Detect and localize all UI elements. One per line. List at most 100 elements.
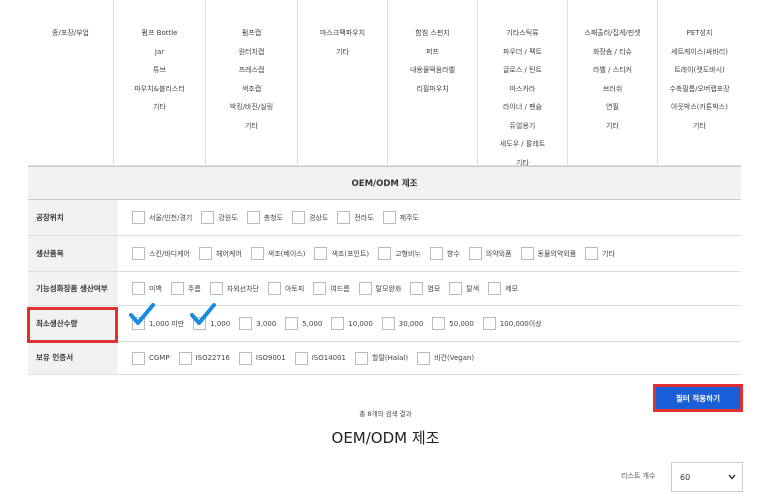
filter-option[interactable]: 할랄(Halal) (355, 351, 408, 365)
checkbox[interactable] (238, 351, 252, 365)
category-link[interactable]: 글로스 / 틴트 (478, 61, 567, 80)
category-link[interactable]: 듀얼용기 (478, 117, 567, 136)
filter-option[interactable]: 탈색 (449, 282, 479, 295)
checkbox[interactable] (417, 351, 431, 365)
category-link[interactable]: 함침 스펀지 (388, 24, 477, 43)
category-link[interactable]: 파우치&블리스터 (114, 80, 205, 99)
filter-option[interactable]: 강원도 (201, 211, 238, 224)
filter-option[interactable]: 50,000 (432, 317, 474, 330)
filter-option[interactable]: 3,000 (239, 317, 276, 330)
checkbox[interactable] (132, 282, 145, 295)
category-link[interactable]: 튜브 (114, 61, 205, 80)
filter-option[interactable]: 주름 (170, 282, 201, 295)
checkbox[interactable] (468, 247, 482, 260)
checkbox[interactable] (432, 317, 446, 330)
filter-option[interactable]: 염모 (410, 282, 440, 295)
checkbox[interactable] (178, 351, 192, 365)
filter-option[interactable]: 기타 (585, 247, 615, 260)
filter-option[interactable]: ISO22716 (178, 351, 230, 365)
category-link[interactable]: 파우더 / 팩트 (478, 43, 567, 62)
checkbox[interactable] (132, 211, 145, 224)
checkbox[interactable] (250, 247, 264, 260)
filter-option[interactable]: 5,000 (285, 317, 322, 330)
checkbox[interactable] (358, 282, 372, 295)
filter-option[interactable]: 향수 (429, 247, 460, 260)
filter-option[interactable]: 서울/인천/경기 (132, 211, 192, 224)
checkbox[interactable] (294, 351, 308, 365)
filter-option[interactable]: 제주도 (382, 211, 419, 224)
filter-option[interactable]: ISO9001 (238, 351, 286, 365)
filter-option[interactable]: 의약외품 (468, 247, 512, 260)
category-link[interactable]: 아웃박스(카톤박스) (658, 98, 741, 117)
checkbox[interactable] (429, 247, 443, 260)
filter-option[interactable]: 30,000 (381, 317, 423, 330)
checkbox[interactable] (585, 247, 599, 260)
category-link[interactable]: 기타 (568, 117, 657, 136)
filter-option[interactable]: 100,000이상 (482, 317, 542, 330)
filter-option[interactable]: 색조(포인트) (314, 247, 369, 260)
filter-option[interactable]: 자외선차단 (209, 282, 259, 295)
category-link[interactable]: 기타 (206, 117, 297, 136)
category-link[interactable]: 세트케이스(싸바리) (658, 43, 741, 62)
checkbox[interactable] (246, 211, 260, 224)
checkbox[interactable] (337, 211, 351, 224)
filter-option[interactable]: 1,000 (190, 303, 230, 330)
checkbox[interactable] (201, 211, 215, 224)
filter-option[interactable]: 여드름 (313, 282, 350, 295)
category-link[interactable]: 기타 (658, 117, 741, 136)
checkbox[interactable] (488, 282, 502, 295)
category-link[interactable]: 라이너 / 펜슬 (478, 98, 567, 117)
category-link[interactable]: PET성지 (658, 24, 741, 43)
filter-option[interactable]: 비건(Vegan) (417, 351, 474, 365)
filter-option[interactable]: 1,000 미만 (129, 303, 184, 330)
category-link[interactable]: 마스크팩파우치 (298, 24, 387, 43)
checkbox[interactable] (314, 247, 328, 260)
checkbox[interactable] (410, 282, 424, 295)
filter-option[interactable]: 동물의약외품 (520, 247, 576, 260)
filter-option[interactable]: CGMP (132, 351, 170, 365)
checkbox[interactable] (292, 211, 306, 224)
category-link[interactable]: 트레이(캣도바시) (658, 61, 741, 80)
category-link[interactable]: 기타 (298, 43, 387, 62)
category-link[interactable]: 기타스틱류 (478, 24, 567, 43)
category-link[interactable]: 원터치캡 (206, 43, 297, 62)
category-link[interactable]: 브러쉬 (568, 80, 657, 99)
category-link[interactable]: 라벨 / 스티커 (568, 61, 657, 80)
category-link[interactable]: 화장솜 / 티슈 (568, 43, 657, 62)
category-link[interactable]: 퍼프 (388, 43, 477, 62)
filter-option[interactable]: 경상도 (292, 211, 328, 224)
category-link[interactable]: 리필파우치 (388, 80, 477, 99)
checkbox[interactable] (199, 247, 212, 260)
category-link[interactable]: 종/포장/부업 (28, 24, 113, 43)
filter-option[interactable]: 10,000 (331, 317, 373, 330)
checkbox[interactable] (132, 351, 145, 365)
checkbox[interactable] (132, 247, 145, 260)
filter-option[interactable]: ISO14001 (294, 351, 346, 365)
category-link[interactable]: 스패출러/집게/핀셋 (568, 24, 657, 43)
list-count-select[interactable]: 60 (671, 462, 743, 492)
filter-option[interactable]: 색조(베이스) (250, 247, 305, 260)
filter-option[interactable]: 충청도 (246, 211, 283, 224)
filter-option[interactable]: 고형비누 (378, 247, 421, 260)
checkbox[interactable] (381, 317, 395, 330)
filter-option[interactable]: 미백 (132, 282, 162, 295)
category-link[interactable]: 박킹/바진/실링 (206, 98, 297, 117)
category-link[interactable]: 수축필름/오버랩포장 (658, 80, 741, 99)
category-link[interactable]: 연필 (568, 98, 657, 117)
checkbox[interactable] (520, 247, 534, 260)
apply-filter-button[interactable]: 필터 적용하기 (656, 387, 740, 409)
category-link[interactable]: 마스카라 (478, 80, 567, 99)
checkbox[interactable] (313, 282, 327, 295)
checkbox[interactable] (331, 317, 345, 330)
checkbox[interactable] (449, 282, 463, 295)
category-link[interactable]: 펌프캡 (206, 24, 297, 43)
checkbox[interactable] (382, 211, 396, 224)
category-link[interactable]: 펌프 Bottle (114, 24, 205, 43)
checkbox[interactable] (285, 317, 299, 330)
filter-option[interactable]: 아토피 (267, 282, 304, 295)
category-link[interactable]: 내용물떡음라벨 (388, 61, 477, 80)
checkbox[interactable] (355, 351, 369, 365)
checkbox[interactable] (209, 282, 223, 295)
checkbox[interactable] (170, 282, 184, 295)
checkbox[interactable] (239, 317, 253, 330)
